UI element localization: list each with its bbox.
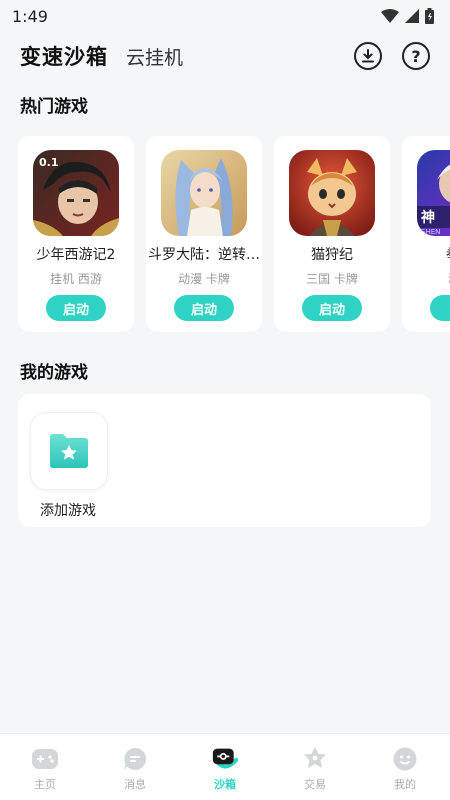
nav-item-profile[interactable]: 我的 [360,734,450,800]
game-icon-maoshouji[interactable] [289,150,375,236]
help-button[interactable]: ? [402,42,430,70]
app-header: 变速沙箱 云挂机 ? [0,36,450,76]
download-icon [362,49,374,63]
svg-text:0.1: 0.1 [39,156,59,169]
hot-games-carousel[interactable]: 0.1 少年西游记2 挂机 西游 启动 斗罗大陆：逆转时 动漫 卡牌 启动 猫狩… [18,136,450,332]
nav-label: 消息 [124,778,146,791]
profile-icon [392,746,418,772]
game-card[interactable]: 神 SHEN 拳动 动漫 启 [402,136,450,332]
game-tags: 挂机 西游 [50,272,102,286]
game-name: 少年西游记2 [36,247,116,263]
gamepad-icon [32,746,58,772]
launch-button[interactable]: 启动 [302,295,362,321]
game-name: 拳动 [404,244,450,264]
nav-label: 我的 [394,778,416,791]
page-title: 变速沙箱 [20,45,108,69]
battery-icon [425,8,434,24]
nav-item-home[interactable]: 主页 [0,734,90,800]
game-tags: 动漫 卡牌 [178,272,230,286]
sandbox-icon [212,746,238,772]
bottom-nav: 主页 消息 沙箱 交易 我的 [0,733,450,800]
wifi-icon [381,9,399,23]
launch-button[interactable]: 启 [430,295,450,321]
nav-item-messages[interactable]: 消息 [90,734,180,800]
add-game-button[interactable] [30,412,108,490]
game-icon-quandong[interactable]: 神 SHEN [417,150,450,236]
launch-button[interactable]: 启动 [46,295,106,321]
svg-text:神: 神 [421,209,435,226]
game-name: 斗罗大陆：逆转时空 [148,247,260,263]
game-tags: 三国 卡牌 [306,272,358,286]
nav-label: 沙箱 [214,778,236,791]
status-bar: 1:49 [0,0,450,32]
svg-text:SHEN: SHEN [421,228,440,236]
help-icon: ? [411,46,421,66]
my-games-title: 我的游戏 [20,363,88,383]
game-icon-douluo-dalu[interactable] [161,150,247,236]
download-button[interactable] [354,42,382,70]
my-games-panel: 添加游戏 [18,394,431,527]
nav-label: 交易 [304,778,326,791]
cellular-signal-icon [405,9,419,23]
nav-item-sandbox[interactable]: 沙箱 [180,734,270,800]
game-icon-shaonian-xiyouji[interactable]: 0.1 [33,150,119,236]
tab-cloud-afk[interactable]: 云挂机 [126,43,183,70]
status-icons [381,8,434,24]
header-actions: ? [354,42,430,70]
add-game-label: 添加游戏 [40,503,96,519]
nav-item-trade[interactable]: 交易 [270,734,360,800]
game-card[interactable]: 0.1 少年西游记2 挂机 西游 启动 [18,136,134,332]
trade-icon [302,746,328,772]
message-icon [122,746,148,772]
game-card[interactable]: 猫狩纪 三国 卡牌 启动 [274,136,390,332]
nav-label: 主页 [34,778,56,791]
hot-games-title: 热门游戏 [20,97,88,117]
folder-star-icon [50,434,88,468]
game-name: 猫狩纪 [311,247,353,263]
game-card[interactable]: 斗罗大陆：逆转时空 动漫 卡牌 启动 [146,136,262,332]
launch-button[interactable]: 启动 [174,295,234,321]
status-time: 1:49 [12,6,48,26]
